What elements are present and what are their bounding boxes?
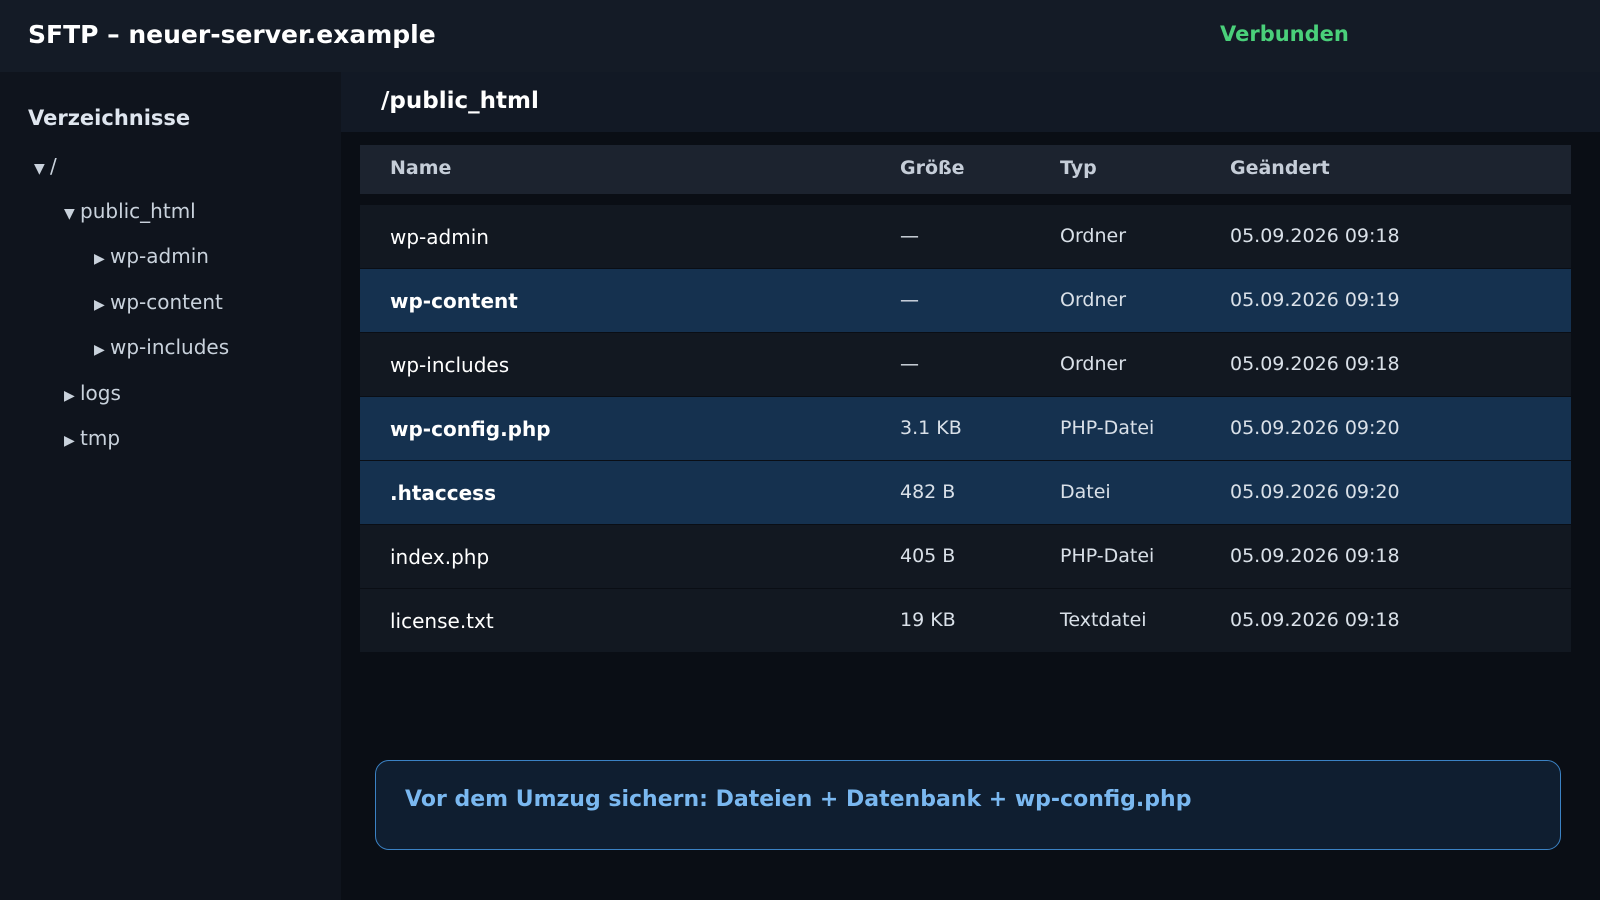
tree-item-wp-content[interactable]: ▶ wp-content <box>94 290 223 314</box>
backup-notice-text: Vor dem Umzug sichern: Dateien + Datenba… <box>405 787 1192 812</box>
table-row[interactable]: wp-includes — Ordner 05.09.2026 09:18 <box>360 333 1571 397</box>
tree-item-logs[interactable]: ▶ logs <box>64 381 121 405</box>
file-name: wp-includes <box>390 353 510 377</box>
file-modified: 05.09.2026 09:20 <box>1230 481 1400 503</box>
file-modified: 05.09.2026 09:18 <box>1230 545 1400 567</box>
file-size: 405 B <box>900 545 956 567</box>
column-header-name[interactable]: Name <box>390 157 451 179</box>
file-list: wp-admin — Ordner 05.09.2026 09:18 wp-co… <box>360 205 1571 653</box>
file-name: wp-config.php <box>390 417 551 441</box>
tree-item-label: logs <box>80 381 121 405</box>
file-modified: 05.09.2026 09:18 <box>1230 609 1400 631</box>
backup-notice: Vor dem Umzug sichern: Dateien + Datenba… <box>375 760 1561 850</box>
table-row[interactable]: .htaccess 482 B Datei 05.09.2026 09:20 <box>360 461 1571 525</box>
column-header-modified[interactable]: Geändert <box>1230 157 1330 179</box>
tree-item-label: wp-includes <box>110 335 230 359</box>
file-name: .htaccess <box>390 481 496 505</box>
tree-item-label: wp-content <box>110 290 223 314</box>
file-name: index.php <box>390 545 490 569</box>
chevron-right-icon[interactable]: ▶ <box>94 342 110 358</box>
chevron-down-icon[interactable]: ▼ <box>64 206 80 222</box>
current-path: /public_html <box>381 88 539 114</box>
path-bar: /public_html <box>341 72 1600 132</box>
file-name: license.txt <box>390 609 494 633</box>
table-row[interactable]: wp-admin — Ordner 05.09.2026 09:18 <box>360 205 1571 269</box>
column-header-size[interactable]: Größe <box>900 157 965 179</box>
file-modified: 05.09.2026 09:19 <box>1230 289 1400 311</box>
chevron-right-icon[interactable]: ▶ <box>64 388 80 404</box>
tree-item-label: tmp <box>80 426 121 450</box>
tree-item-tmp[interactable]: ▶ tmp <box>64 426 120 450</box>
sidebar-title: Verzeichnisse <box>28 106 191 130</box>
file-size: — <box>900 353 919 375</box>
tree-item-label: wp-admin <box>110 244 209 268</box>
chevron-down-icon[interactable]: ▼ <box>34 161 50 177</box>
window-title: SFTP – neuer-server.example <box>28 20 436 49</box>
connection-status: Verbunden <box>1220 22 1349 46</box>
tree-item-wp-admin[interactable]: ▶ wp-admin <box>94 244 209 268</box>
file-type: Ordner <box>1060 353 1127 375</box>
table-header: Name Größe Typ Geändert <box>360 145 1571 194</box>
chevron-right-icon[interactable]: ▶ <box>94 251 110 267</box>
file-name: wp-content <box>390 289 518 313</box>
file-size: — <box>900 289 919 311</box>
table-row[interactable]: license.txt 19 KB Textdatei 05.09.2026 0… <box>360 589 1571 653</box>
file-modified: 05.09.2026 09:18 <box>1230 225 1400 247</box>
tree-item-public-html[interactable]: ▼ public_html <box>64 199 196 223</box>
file-modified: 05.09.2026 09:20 <box>1230 417 1400 439</box>
file-type: Textdatei <box>1060 609 1147 631</box>
table-row[interactable]: wp-config.php 3.1 KB PHP-Datei 05.09.202… <box>360 397 1571 461</box>
table-row[interactable]: wp-content — Ordner 05.09.2026 09:19 <box>360 269 1571 333</box>
tree-item-label: / <box>50 154 57 178</box>
file-type: PHP-Datei <box>1060 417 1155 439</box>
tree-item-root[interactable]: ▼ / <box>34 154 57 178</box>
column-header-type[interactable]: Typ <box>1060 157 1097 179</box>
file-size: 3.1 KB <box>900 417 962 439</box>
file-type: Datei <box>1060 481 1111 503</box>
file-size: 482 B <box>900 481 956 503</box>
tree-item-label: public_html <box>80 199 196 223</box>
chevron-right-icon[interactable]: ▶ <box>64 433 80 449</box>
file-name: wp-admin <box>390 225 489 249</box>
tree-item-wp-includes[interactable]: ▶ wp-includes <box>94 335 229 359</box>
title-bar: SFTP – neuer-server.example Verbunden <box>0 0 1600 72</box>
file-type: Ordner <box>1060 289 1127 311</box>
file-modified: 05.09.2026 09:18 <box>1230 353 1400 375</box>
file-size: 19 KB <box>900 609 956 631</box>
file-size: — <box>900 225 919 247</box>
file-type: Ordner <box>1060 225 1127 247</box>
chevron-right-icon[interactable]: ▶ <box>94 297 110 313</box>
table-row[interactable]: index.php 405 B PHP-Datei 05.09.2026 09:… <box>360 525 1571 589</box>
file-type: PHP-Datei <box>1060 545 1155 567</box>
directory-sidebar: Verzeichnisse ▼ / ▼ public_html ▶ wp-admin … <box>0 72 341 900</box>
